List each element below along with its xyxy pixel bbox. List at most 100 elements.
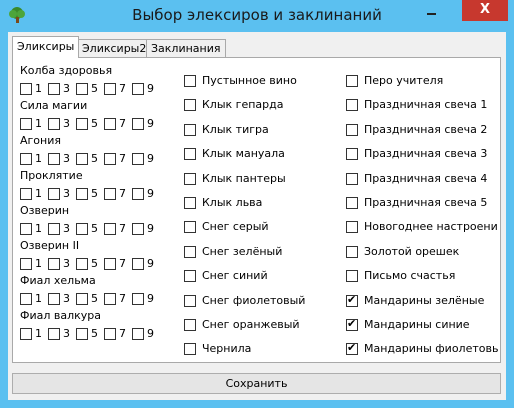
potion-level-checkbox[interactable] — [48, 188, 60, 200]
potion-level-label: 1 — [35, 82, 42, 95]
item-checkbox[interactable] — [346, 172, 358, 185]
potion-level-checkbox[interactable] — [20, 118, 32, 130]
potion-level-checkbox[interactable] — [20, 83, 32, 95]
item-checkbox[interactable] — [184, 294, 196, 307]
potion-level-checkbox[interactable] — [76, 223, 88, 235]
item-checkbox[interactable] — [346, 197, 358, 209]
potion-level-label: 5 — [91, 327, 98, 340]
potion-level-checkbox[interactable] — [48, 293, 60, 305]
potion-level-checkbox[interactable] — [48, 83, 60, 95]
potion-level-checkbox[interactable] — [104, 188, 116, 200]
potion-level-checkbox[interactable] — [132, 153, 144, 165]
potion-level-checkbox[interactable] — [104, 328, 116, 340]
potion-level-checkbox[interactable] — [20, 328, 32, 340]
item-checkbox[interactable] — [184, 270, 196, 283]
potion-level-checkbox[interactable] — [132, 118, 144, 130]
potion-level-label: 7 — [119, 327, 126, 340]
potion-level-checkbox[interactable] — [76, 153, 88, 165]
potion-level-checkbox[interactable] — [132, 83, 144, 95]
potion-level-checkbox[interactable] — [104, 293, 116, 305]
item-checkbox[interactable] — [346, 245, 358, 258]
potion-level-label: 9 — [147, 292, 154, 305]
potion-level-checkbox[interactable] — [20, 223, 32, 235]
item-checkbox[interactable] — [184, 123, 196, 136]
item-label: Клык пантеры — [202, 171, 286, 185]
potion-level-checkbox[interactable] — [76, 188, 88, 200]
minimize-button[interactable] — [418, 0, 444, 21]
potion-level-label: 3 — [63, 222, 70, 235]
item-checkbox[interactable] — [184, 245, 196, 258]
potion-level-label: 9 — [147, 257, 154, 270]
item-checkbox[interactable] — [184, 99, 196, 112]
potion-level-label: 7 — [119, 187, 126, 200]
potion-level-label: 1 — [35, 257, 42, 270]
item-checkbox[interactable] — [184, 221, 196, 234]
potion-level-checkbox[interactable] — [76, 293, 88, 305]
title-bar[interactable]: Выбор элексиров и заклинаний X — [0, 0, 514, 32]
potion-level-checkbox[interactable] — [20, 188, 32, 200]
potion-level-checkbox[interactable] — [76, 328, 88, 340]
item-label: Клык мануала — [202, 147, 285, 161]
potion-level-checkbox[interactable] — [20, 293, 32, 305]
potion-level-label: 3 — [63, 152, 70, 165]
potion-level-label: 3 — [63, 117, 70, 130]
potion-level-checkbox[interactable] — [104, 153, 116, 165]
tab-spells[interactable]: Заклинания — [146, 39, 226, 57]
potion-level-label: 1 — [35, 152, 42, 165]
potion-level-checkbox[interactable] — [48, 223, 60, 235]
item-label: Снег зелёный — [202, 244, 283, 258]
item-checkbox[interactable] — [346, 123, 358, 136]
potion-level-label: 7 — [119, 292, 126, 305]
potion-level-checkbox[interactable] — [76, 83, 88, 95]
tab-elixirs2[interactable]: Эликсиры2 — [77, 39, 152, 57]
potion-level-checkbox[interactable] — [76, 118, 88, 130]
item-checkbox[interactable] — [184, 343, 196, 356]
potion-level-label: 3 — [63, 292, 70, 305]
close-button[interactable]: X — [462, 0, 508, 21]
potion-level-checkbox[interactable] — [132, 328, 144, 340]
potion-level-checkbox[interactable] — [48, 258, 60, 270]
potion-level-label: 7 — [119, 222, 126, 235]
close-icon: X — [479, 2, 491, 17]
save-button[interactable]: Сохранить — [12, 373, 501, 394]
item-checkbox[interactable] — [346, 148, 358, 161]
potion-level-checkbox[interactable] — [132, 223, 144, 235]
item-checkbox[interactable] — [184, 197, 196, 209]
potion-level-checkbox[interactable] — [104, 258, 116, 270]
potion-level-label: 7 — [119, 82, 126, 95]
potion-level-label: 9 — [147, 327, 154, 340]
item-label: Клык льва — [202, 196, 263, 209]
potion-level-checkbox[interactable] — [132, 188, 144, 200]
potion-level-checkbox[interactable] — [20, 258, 32, 270]
potion-name: Агония — [20, 134, 61, 147]
potion-level-checkbox[interactable] — [76, 258, 88, 270]
potion-level-label: 1 — [35, 222, 42, 235]
potion-level-checkbox[interactable] — [132, 258, 144, 270]
item-checkbox[interactable] — [184, 172, 196, 185]
potion-level-checkbox[interactable] — [132, 293, 144, 305]
potion-level-label: 1 — [35, 292, 42, 305]
item-checkbox[interactable] — [184, 319, 196, 331]
potion-level-checkbox[interactable] — [104, 223, 116, 235]
item-checkbox[interactable] — [346, 221, 358, 234]
item-label: Праздничная свеча 2 — [364, 122, 488, 136]
item-checkbox[interactable] — [346, 270, 358, 283]
potion-level-checkbox[interactable] — [48, 153, 60, 165]
potion-level-checkbox[interactable] — [48, 328, 60, 340]
potion-level-checkbox[interactable] — [104, 83, 116, 95]
potion-level-checkbox[interactable] — [20, 153, 32, 165]
item-checkbox[interactable] — [184, 75, 196, 87]
item-checkbox[interactable] — [346, 341, 358, 356]
potion-level-label: 3 — [63, 257, 70, 270]
potion-level-checkbox[interactable] — [48, 118, 60, 130]
potion-level-checkbox[interactable] — [104, 118, 116, 130]
item-checkbox[interactable] — [346, 293, 358, 307]
item-label: Письмо счастья — [364, 269, 456, 283]
potion-name: Колба здоровья — [20, 64, 113, 77]
item-checkbox[interactable] — [184, 148, 196, 161]
potion-level-label: 9 — [147, 117, 154, 130]
item-checkbox[interactable] — [346, 99, 358, 112]
tab-elixirs[interactable]: Эликсиры — [12, 36, 80, 58]
item-checkbox[interactable] — [346, 317, 358, 331]
item-checkbox[interactable] — [346, 75, 358, 87]
